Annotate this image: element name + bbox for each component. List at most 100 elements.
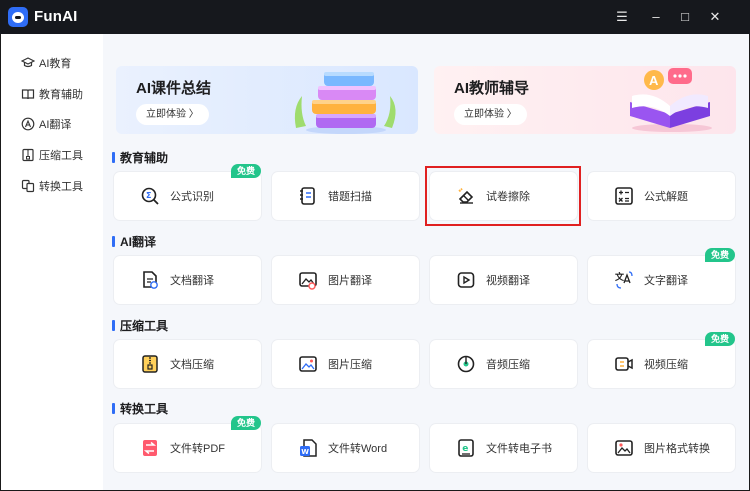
card-image-compress[interactable]: 图片压缩: [272, 340, 419, 388]
title-bar: FunAI ☰ – □ ✕: [0, 0, 750, 34]
compress-icon: [21, 148, 35, 162]
free-badge: 免费: [230, 416, 261, 430]
sidebar-item-label: 教育辅助: [39, 89, 83, 101]
wrong-question-scan-icon: [298, 186, 318, 206]
card-text-translate[interactable]: 文 文字翻译 免费: [588, 248, 735, 304]
sidebar-item-label: AI翻译: [39, 119, 72, 131]
free-badge: 免费: [230, 164, 261, 178]
card-video-compress[interactable]: 视频压缩 免费: [588, 332, 735, 388]
card-label: 图片压缩: [328, 359, 372, 371]
video-translate-icon: [456, 270, 476, 290]
video-compress-icon: [614, 354, 634, 374]
document-compress-icon: [140, 354, 160, 374]
image-format-convert-icon: [614, 438, 634, 458]
card-file-to-word[interactable]: W 文件转Word: [272, 424, 419, 472]
sidebar-item-label: 转换工具: [39, 181, 83, 193]
card-formula-recognition[interactable]: Σ 公式识别 免费: [114, 164, 261, 220]
card-image-translate[interactable]: 图片翻译: [272, 256, 419, 304]
book-stack-icon: [294, 72, 396, 134]
section-convert-tools-title: 转换工具: [112, 401, 169, 416]
card-image-format-convert[interactable]: 图片格式转换: [588, 424, 735, 472]
pdf-convert-icon: [140, 438, 160, 458]
card-wrong-question-scan[interactable]: 错题扫描: [272, 172, 419, 220]
svg-text:A: A: [649, 73, 659, 88]
card-label: 公式解题: [644, 191, 688, 203]
sidebar-item-ai-translate[interactable]: AI翻译: [21, 115, 71, 133]
card-file-to-pdf[interactable]: 文件转PDF 免费: [114, 416, 261, 472]
card-label: 文档翻译: [170, 275, 214, 287]
card-label: 音频压缩: [486, 359, 530, 371]
try-now-button[interactable]: 立即体验 〉: [454, 104, 527, 125]
app-logo-icon: [8, 7, 28, 27]
section-label: 压缩工具: [120, 318, 169, 333]
section-ai-translate-title: AI翻译: [112, 234, 157, 249]
banner-title: AI课件总结: [136, 80, 212, 97]
card-document-translate[interactable]: 文档翻译: [114, 256, 261, 304]
menu-icon[interactable]: ☰: [614, 9, 630, 25]
open-book-icon: A: [630, 68, 712, 132]
section-accent-bar: [112, 402, 115, 414]
close-icon[interactable]: ✕: [707, 9, 723, 25]
main-content: AI课件总结 立即体验 〉 AI教师辅导 立即体验 〉 A 教育辅助 Σ 公式识…: [103, 34, 749, 491]
sidebar-item-ai-education[interactable]: AI教育: [21, 54, 71, 72]
banner-ai-teacher-tutor[interactable]: AI教师辅导 立即体验 〉 A: [434, 66, 736, 134]
section-accent-bar: [112, 319, 115, 331]
card-label: 错题扫描: [328, 191, 372, 203]
book-icon: [21, 87, 35, 101]
card-paper-eraser[interactable]: 试卷擦除: [430, 172, 577, 220]
svg-text:e: e: [462, 444, 468, 454]
card-label: 文件转PDF: [170, 443, 225, 455]
card-label: 文件转Word: [328, 443, 388, 455]
app-title: FunAI: [34, 8, 78, 25]
svg-text:Σ: Σ: [146, 191, 151, 200]
card-label: 图片翻译: [328, 275, 372, 287]
text-translate-icon: 文: [614, 270, 634, 290]
svg-text:W: W: [301, 448, 309, 456]
sidebar-item-label: 压缩工具: [39, 150, 83, 162]
svg-text:文: 文: [614, 271, 625, 283]
section-accent-bar: [112, 235, 115, 247]
card-label: 图片格式转换: [644, 443, 710, 455]
maximize-icon[interactable]: □: [677, 9, 693, 25]
formula-recognition-icon: Σ: [140, 186, 160, 206]
free-badge: 免费: [704, 248, 735, 262]
section-label: AI翻译: [120, 234, 157, 249]
card-label: 视频翻译: [486, 275, 530, 287]
image-compress-icon: [298, 354, 318, 374]
card-label: 试卷擦除: [486, 191, 530, 203]
sidebar-item-convert-tools[interactable]: 转换工具: [21, 177, 83, 195]
try-now-button[interactable]: 立即体验 〉: [136, 104, 209, 125]
banner-title: AI教师辅导: [454, 80, 530, 97]
card-label: 文档压缩: [170, 359, 214, 371]
graduation-cap-icon: [21, 56, 35, 70]
ebook-convert-icon: e: [456, 438, 476, 458]
sidebar-item-education-assist[interactable]: 教育辅助: [21, 85, 83, 103]
paper-eraser-icon: [456, 186, 476, 206]
card-video-translate[interactable]: 视频翻译: [430, 256, 577, 304]
image-translate-icon: [298, 270, 318, 290]
section-label: 教育辅助: [120, 150, 169, 165]
audio-compress-icon: [456, 354, 476, 374]
card-audio-compress[interactable]: 音频压缩: [430, 340, 577, 388]
free-badge: 免费: [704, 332, 735, 346]
card-document-compress[interactable]: 文档压缩: [114, 340, 261, 388]
card-label: 视频压缩: [644, 359, 688, 371]
sidebar-item-label: AI教育: [39, 58, 72, 70]
document-translate-icon: [140, 270, 160, 290]
section-accent-bar: [112, 151, 115, 163]
minimize-icon[interactable]: –: [648, 9, 664, 25]
card-label: 文字翻译: [644, 275, 688, 287]
card-label: 公式识别: [170, 191, 214, 203]
card-file-to-ebook[interactable]: e 文件转电子书: [430, 424, 577, 472]
banner-ai-courseware-summary[interactable]: AI课件总结 立即体验 〉: [116, 66, 418, 134]
sidebar-item-compress-tools[interactable]: 压缩工具: [21, 146, 83, 164]
section-compress-tools-title: 压缩工具: [112, 318, 169, 333]
convert-icon: [21, 179, 35, 193]
card-formula-solve[interactable]: 公式解题: [588, 172, 735, 220]
translate-icon: [21, 117, 35, 131]
section-education-assist-title: 教育辅助: [112, 150, 169, 165]
word-convert-icon: W: [298, 438, 318, 458]
card-label: 文件转电子书: [486, 443, 552, 455]
formula-solve-icon: [614, 186, 634, 206]
section-label: 转换工具: [120, 401, 169, 416]
